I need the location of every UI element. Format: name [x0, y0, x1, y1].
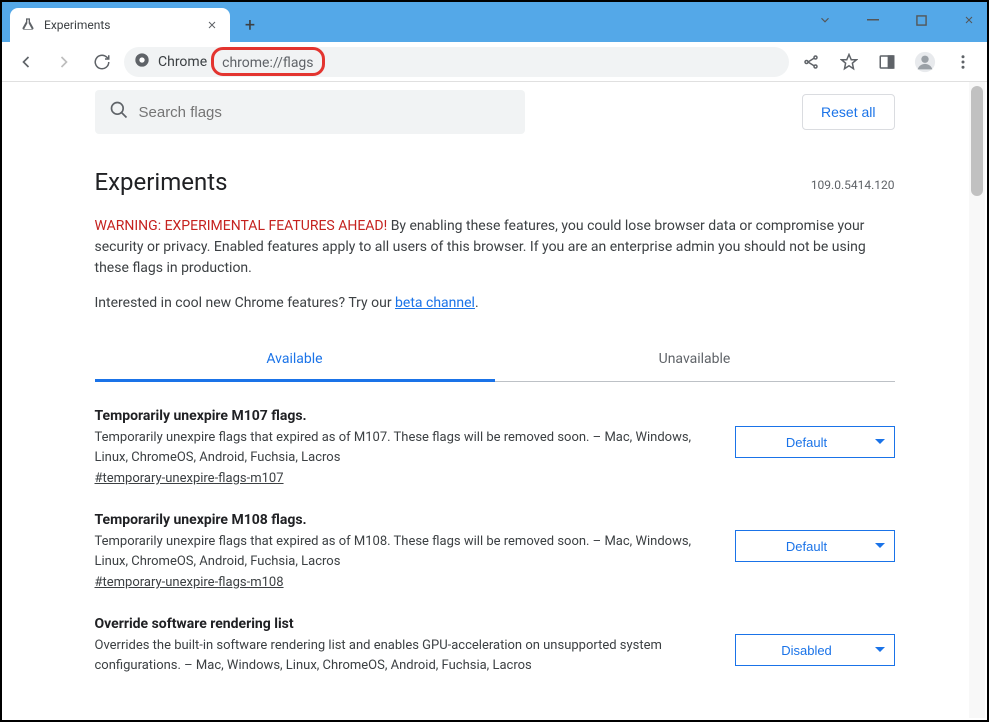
url-highlight: chrome://flags	[211, 47, 324, 76]
chrome-icon	[134, 52, 150, 72]
search-icon	[109, 100, 129, 124]
share-icon[interactable]	[795, 46, 827, 78]
chevron-down-icon[interactable]	[813, 8, 837, 32]
tab-available[interactable]: Available	[95, 339, 495, 382]
warning-bold: WARNING: EXPERIMENTAL FEATURES AHEAD!	[95, 218, 388, 234]
flag-row: Temporarily unexpire M107 flags. Tempora…	[95, 382, 895, 486]
page-title: Experiments	[95, 168, 895, 196]
back-button[interactable]	[10, 46, 42, 78]
address-bar[interactable]: Chrome chrome://flags	[124, 47, 789, 77]
flag-desc: Temporarily unexpire flags that expired …	[95, 532, 715, 571]
beta-channel-link[interactable]: beta channel	[395, 295, 475, 311]
address-scheme: Chrome	[158, 54, 207, 70]
flag-tabs: Available Unavailable	[95, 339, 895, 382]
flag-row: Temporarily unexpire M108 flags. Tempora…	[95, 486, 895, 590]
window-controls	[813, 8, 981, 32]
search-input[interactable]	[139, 104, 511, 121]
flag-anchor-link[interactable]: #temporary-unexpire-flags-m108	[95, 575, 284, 590]
warning-text: WARNING: EXPERIMENTAL FEATURES AHEAD! By…	[95, 216, 895, 279]
flag-select[interactable]: Disabled	[735, 634, 895, 666]
profile-icon[interactable]	[909, 46, 941, 78]
close-tab-icon[interactable]	[204, 17, 220, 33]
menu-icon[interactable]	[947, 46, 979, 78]
flag-title: Temporarily unexpire M108 flags.	[95, 512, 715, 528]
forward-button[interactable]	[48, 46, 80, 78]
flag-select[interactable]: Default	[735, 426, 895, 458]
interest-text: Interested in cool new Chrome features? …	[95, 295, 895, 311]
flag-anchor-link[interactable]: #temporary-unexpire-flags-m107	[95, 471, 284, 486]
flag-row: Override software rendering list Overrid…	[95, 590, 895, 675]
page-content: Reset all Experiments 109.0.5414.120 WAR…	[2, 82, 987, 720]
flag-title: Override software rendering list	[95, 616, 715, 632]
side-panel-icon[interactable]	[871, 46, 903, 78]
version-text: 109.0.5414.120	[811, 178, 895, 192]
flag-title: Temporarily unexpire M107 flags.	[95, 408, 715, 424]
reset-all-button[interactable]: Reset all	[802, 94, 894, 130]
flag-desc: Temporarily unexpire flags that expired …	[95, 428, 715, 467]
new-tab-button[interactable]: +	[236, 11, 264, 39]
minimize-icon[interactable]	[861, 8, 885, 32]
tab-title: Experiments	[44, 18, 196, 32]
flask-icon	[20, 17, 36, 33]
close-window-icon[interactable]	[957, 8, 981, 32]
tab-unavailable[interactable]: Unavailable	[495, 339, 895, 381]
browser-tab[interactable]: Experiments	[10, 8, 230, 42]
window-titlebar: Experiments +	[2, 2, 987, 42]
flag-select[interactable]: Default	[735, 530, 895, 562]
bookmark-icon[interactable]	[833, 46, 865, 78]
reload-button[interactable]	[86, 46, 118, 78]
maximize-icon[interactable]	[909, 8, 933, 32]
search-flags-box[interactable]	[95, 90, 525, 134]
browser-toolbar: Chrome chrome://flags	[2, 42, 987, 82]
flag-desc: Overrides the built-in software renderin…	[95, 636, 715, 675]
address-url: chrome://flags	[222, 55, 313, 71]
